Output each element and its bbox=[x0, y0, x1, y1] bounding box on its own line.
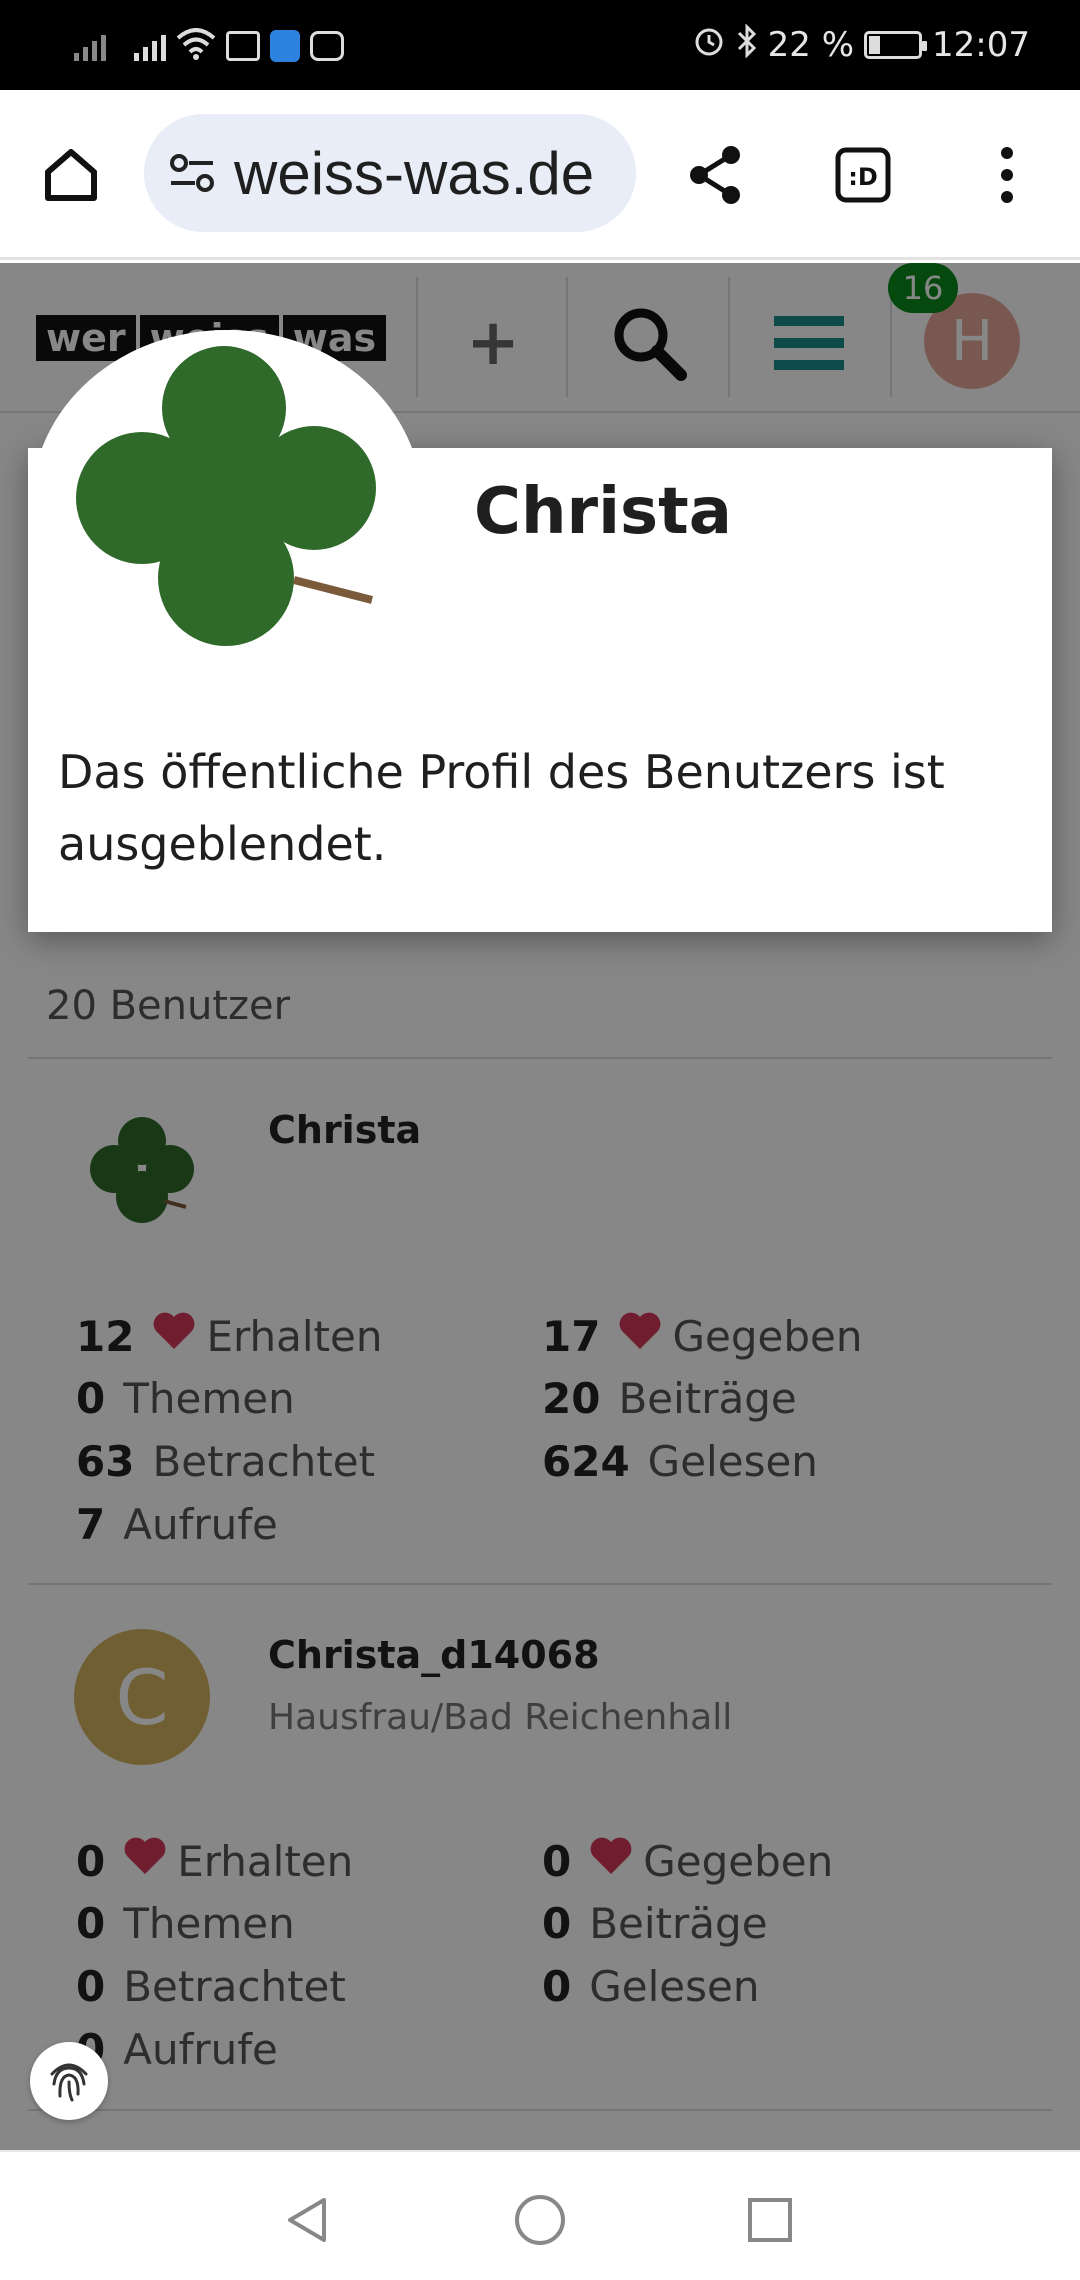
app-icon bbox=[310, 31, 344, 61]
battery-icon bbox=[864, 31, 928, 59]
signal-icon bbox=[134, 31, 166, 61]
browser-toolbar: weiss-was.de :D bbox=[0, 90, 1080, 260]
back-button[interactable] bbox=[268, 2180, 348, 2260]
clover-icon bbox=[32, 330, 422, 676]
share-button[interactable] bbox=[670, 130, 760, 220]
battery-percent: 22 % bbox=[767, 25, 855, 65]
recents-button[interactable] bbox=[730, 2180, 810, 2260]
fingerprint-button[interactable] bbox=[30, 2042, 108, 2120]
more-options-button[interactable] bbox=[962, 130, 1052, 220]
profile-hidden-message: Das öffentliche Profil des Benutzers ist… bbox=[58, 745, 945, 871]
clock: 12:07 bbox=[932, 25, 1030, 65]
fingerprint-icon bbox=[50, 2063, 88, 2102]
wifi-icon bbox=[176, 28, 216, 64]
more-icon bbox=[1001, 147, 1013, 203]
status-right: 22 % 12:07 bbox=[692, 20, 1030, 70]
shield-icon bbox=[270, 30, 300, 62]
bluetooth-icon bbox=[736, 22, 758, 67]
home-nav-button[interactable] bbox=[500, 2180, 580, 2260]
profile-avatar[interactable] bbox=[32, 330, 422, 676]
mail-icon bbox=[226, 31, 260, 61]
tabs-icon: :D bbox=[835, 147, 891, 203]
recents-icon bbox=[748, 2198, 792, 2242]
signal-icon bbox=[74, 31, 106, 61]
share-icon bbox=[690, 146, 740, 204]
address-bar[interactable]: weiss-was.de bbox=[144, 114, 636, 232]
status-left-icons bbox=[74, 24, 344, 68]
alarm-icon bbox=[692, 24, 726, 67]
profile-name[interactable]: Christa bbox=[474, 475, 732, 549]
url-text: weiss-was.de bbox=[234, 139, 595, 207]
home-button[interactable] bbox=[26, 130, 116, 220]
site-settings-icon[interactable] bbox=[164, 145, 220, 201]
system-navigation-bar bbox=[0, 2150, 1080, 2280]
status-bar: 22 % 12:07 bbox=[0, 0, 1080, 90]
svg-text::D: :D bbox=[848, 163, 878, 191]
back-icon bbox=[288, 2198, 326, 2242]
tabs-button[interactable]: :D bbox=[818, 130, 908, 220]
home-circle-icon bbox=[515, 2195, 565, 2245]
home-icon bbox=[45, 149, 97, 201]
